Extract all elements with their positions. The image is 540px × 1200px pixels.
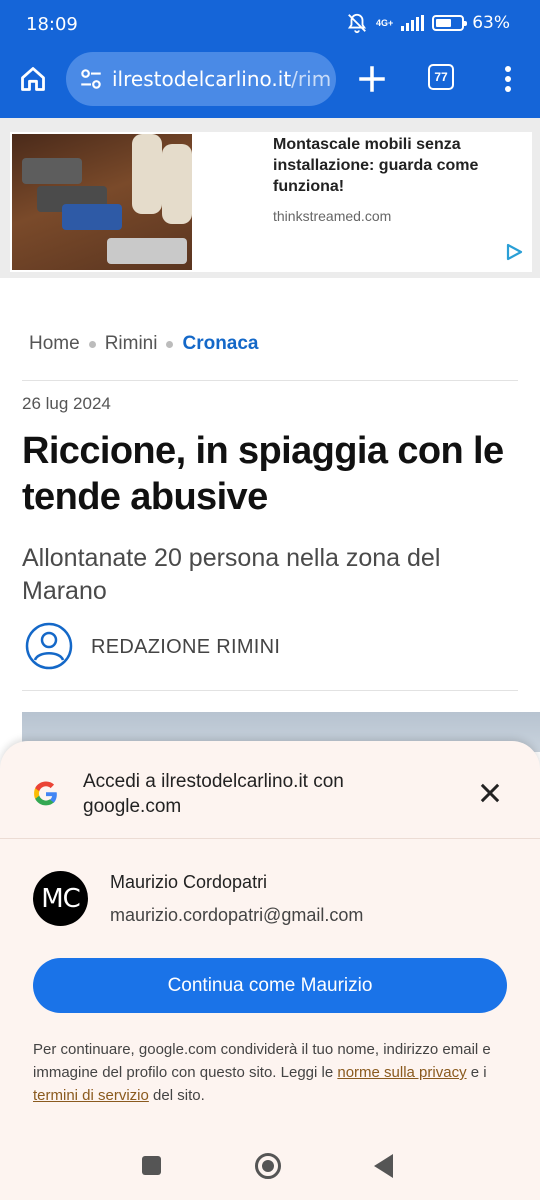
browser-toolbar: ilrestodelcarlino.it/rim 77	[0, 50, 540, 110]
signin-title: Accedi a ilrestodelcarlino.it con google…	[83, 771, 344, 817]
back-button[interactable]	[374, 1154, 393, 1178]
divider	[22, 380, 518, 381]
status-time: 18:09	[26, 14, 78, 35]
legal-text-part: e i	[470, 1064, 487, 1081]
status-icons: 4G+ 63%	[346, 12, 510, 34]
home-button[interactable]	[14, 60, 52, 98]
system-nav-bar	[0, 1130, 540, 1200]
address-bar[interactable]: ilrestodelcarlino.it/rim	[66, 52, 336, 106]
author-avatar-icon	[25, 622, 73, 670]
breadcrumb-separator	[88, 340, 96, 348]
breadcrumb: Home Rimini Cronaca	[29, 333, 259, 355]
account-email: maurizio.cordopatri@gmail.com	[110, 905, 364, 925]
breadcrumb-cronaca[interactable]: Cronaca	[182, 333, 258, 355]
url-text: ilrestodelcarlino.it/rim	[112, 67, 331, 91]
continue-button[interactable]: Continua come Maurizio	[33, 958, 507, 1013]
ad-image[interactable]	[12, 134, 192, 270]
breadcrumb-home[interactable]: Home	[29, 333, 80, 355]
browser-top-bar: 18:09 4G+ 63% ilrestodelcarlino.it/rim 7…	[0, 0, 540, 118]
site-settings-icon[interactable]	[78, 66, 104, 92]
network-type: 4G+	[375, 17, 394, 28]
article-subheadline: Allontanate 20 persona nella zona del Ma…	[22, 544, 441, 605]
more-icon[interactable]	[496, 62, 520, 96]
ad-container: Montascale mobili senza installazione: g…	[0, 118, 540, 278]
battery-percent: 63%	[472, 13, 510, 33]
silent-bell-icon	[347, 13, 366, 34]
ad-title[interactable]: Montascale mobili senza installazione: g…	[273, 134, 523, 197]
signal-icon	[401, 15, 425, 31]
status-bar: 18:09 4G+ 63%	[0, 0, 540, 48]
legal-text-part: del sito.	[153, 1087, 205, 1104]
article-date: 26 lug 2024	[22, 394, 111, 413]
tab-switcher-button[interactable]: 77	[428, 64, 454, 90]
article-headline: Riccione, in spiaggia con le tende abusi…	[22, 430, 504, 518]
article-author[interactable]: REDAZIONE RIMINI	[91, 636, 280, 659]
url-host: ilrestodelcarlino.it	[112, 67, 292, 91]
home-icon	[21, 67, 45, 91]
breadcrumb-separator	[166, 340, 174, 348]
ad-banner[interactable]: Montascale mobili senza installazione: g…	[10, 132, 532, 272]
new-tab-plus-icon[interactable]	[355, 62, 389, 96]
recent-apps-button[interactable]	[142, 1156, 161, 1175]
account-name: Maurizio Cordopatri	[110, 872, 268, 892]
privacy-policy-link[interactable]: norme sulla privacy	[337, 1064, 466, 1081]
home-nav-button[interactable]	[255, 1153, 281, 1179]
account-avatar: MC	[33, 871, 88, 926]
battery-icon	[432, 15, 468, 31]
url-path: /rim	[291, 67, 332, 91]
google-logo-icon	[34, 781, 57, 806]
divider	[0, 838, 540, 839]
ad-choices-icon[interactable]	[504, 242, 524, 262]
divider	[22, 690, 518, 691]
close-icon[interactable]	[476, 779, 504, 807]
breadcrumb-rimini[interactable]: Rimini	[105, 333, 158, 355]
terms-of-service-link[interactable]: termini di servizio	[33, 1087, 149, 1104]
legal-text: Per continuare, google.com condividerà i…	[33, 1038, 503, 1107]
ad-domain[interactable]: thinkstreamed.com	[273, 208, 391, 224]
